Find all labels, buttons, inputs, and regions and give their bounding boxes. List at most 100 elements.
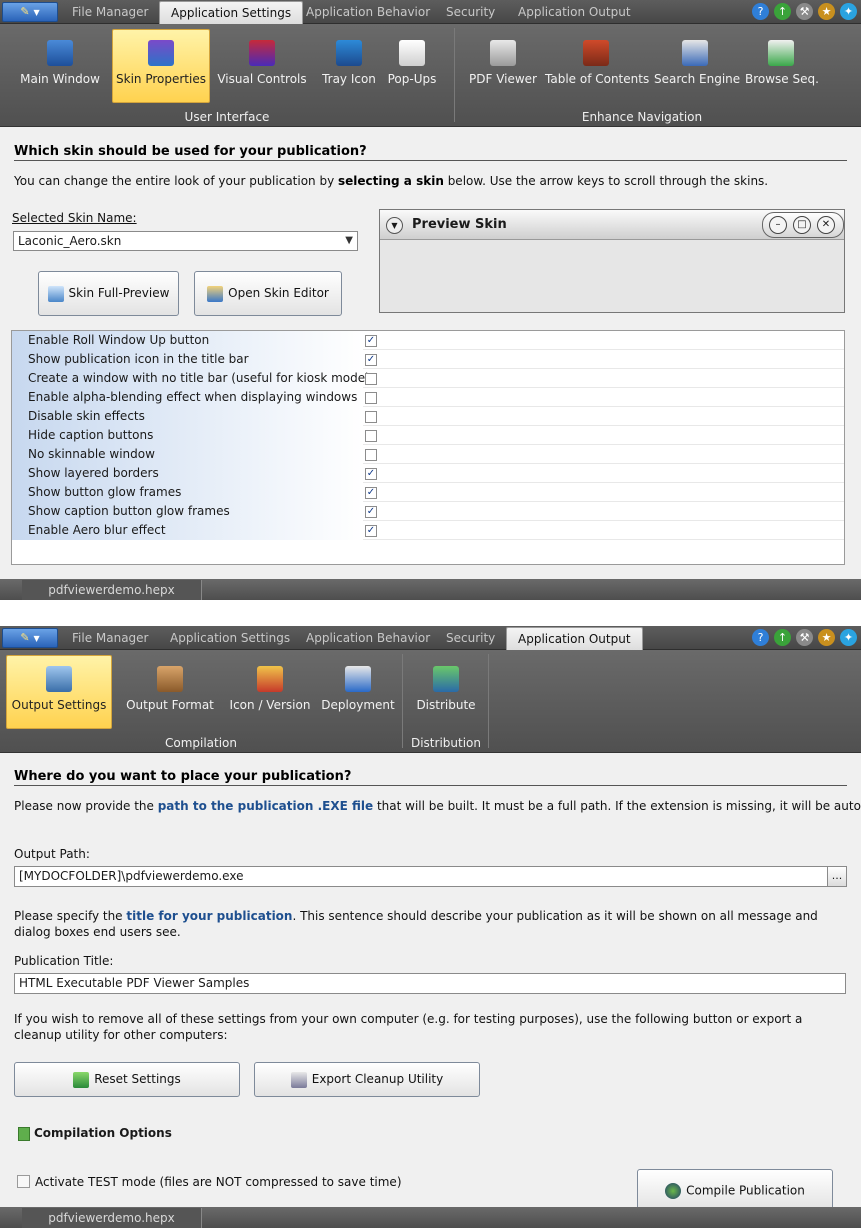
globe-icon — [665, 1182, 682, 1199]
tab-security[interactable]: Security — [435, 626, 506, 650]
tab-application-behavior[interactable]: Application Behavior — [295, 626, 441, 650]
close-icon[interactable]: ✕ — [817, 216, 835, 234]
option-row[interactable]: Enable Aero blur effect ✓ — [12, 521, 844, 540]
reset-settings-button[interactable]: Reset Settings — [14, 1062, 240, 1097]
option-checkbox[interactable] — [365, 392, 377, 404]
title-description: Please specify the title for your public… — [14, 909, 818, 939]
publication-title-input[interactable]: HTML Executable PDF Viewer Samples — [14, 973, 846, 994]
option-row[interactable]: Hide caption buttons — [12, 426, 844, 445]
status-file-tab[interactable]: pdfviewerdemo.hepx — [22, 580, 202, 600]
twitter-icon[interactable]: ✦ — [840, 3, 857, 20]
title-link[interactable]: title for your publication — [126, 909, 292, 923]
tray-icon-button[interactable]: Tray Icon — [316, 29, 382, 103]
pdf-viewer-button[interactable]: PDF Viewer — [468, 29, 538, 103]
popup-windows-icon — [399, 40, 425, 66]
option-checkbox[interactable]: ✓ — [365, 335, 377, 347]
test-mode-checkbox[interactable] — [17, 1175, 30, 1188]
deployment-icon — [345, 666, 371, 692]
tab-security[interactable]: Security — [435, 0, 506, 24]
option-row[interactable]: Show publication icon in the title bar ✓ — [12, 350, 844, 369]
distribute-button[interactable]: Distribute — [412, 655, 480, 729]
option-checkbox[interactable] — [365, 430, 377, 442]
export-icon — [290, 1071, 307, 1088]
skin-name-label: Selected Skin Name: — [12, 211, 137, 225]
tab-application-output[interactable]: Application Output — [506, 627, 643, 651]
tab-bar: ✎ ▼ File Manager Application Settings App… — [0, 626, 861, 651]
output-path-input[interactable]: [MYDOCFOLDER]\pdfviewerdemo.exe — [14, 866, 828, 887]
skin-name-dropdown[interactable]: Laconic_Aero.skn ▼ — [13, 231, 358, 251]
tray-icon — [336, 40, 362, 66]
tab-application-behavior[interactable]: Application Behavior — [295, 0, 441, 24]
maximize-icon[interactable]: □ — [793, 216, 811, 234]
skin-options-list: Enable Roll Window Up button ✓ Show public… — [11, 330, 845, 565]
option-row[interactable]: Enable alpha-blending effect when displa… — [12, 388, 844, 407]
preview-skin-window: ▼ Preview Skin – □ ✕ — [379, 209, 845, 313]
tools-icon[interactable]: ⚒ — [796, 629, 813, 646]
search-engine-button[interactable]: Search Engine — [653, 29, 740, 103]
browse-sequence-icon — [768, 40, 794, 66]
page-heading: Which skin should be used for your publi… — [14, 144, 367, 159]
main-window-button[interactable]: Main Window — [14, 29, 106, 103]
monitor-icon — [47, 40, 73, 66]
award-icon[interactable]: ★ — [818, 3, 835, 20]
tab-file-manager[interactable]: File Manager — [61, 0, 160, 24]
output-settings-button[interactable]: Output Settings — [6, 655, 112, 729]
tab-application-settings[interactable]: Application Settings — [159, 1, 304, 25]
visual-controls-button[interactable]: Visual Controls — [216, 29, 308, 103]
browse-sequence-button[interactable]: Browse Seq. — [744, 29, 819, 103]
tab-file-manager[interactable]: File Manager — [61, 626, 160, 650]
up-arrow-icon[interactable]: ↑ — [774, 3, 791, 20]
app-menu-button[interactable]: ✎ ▼ — [2, 2, 58, 22]
award-icon[interactable]: ★ — [818, 629, 835, 646]
help-icon[interactable]: ? — [752, 629, 769, 646]
option-row[interactable]: Disable skin effects — [12, 407, 844, 426]
option-row[interactable]: Create a window with no title bar (usefu… — [12, 369, 844, 388]
table-of-contents-button[interactable]: Table of Contents — [544, 29, 649, 103]
skin-full-preview-button[interactable]: Skin Full-Preview — [38, 271, 179, 316]
status-bar: pdfviewerdemo.hepx — [0, 579, 861, 600]
page-heading: Where do you want to place your publicat… — [14, 769, 352, 784]
help-icon[interactable]: ? — [752, 3, 769, 20]
deployment-button[interactable]: Deployment — [320, 655, 396, 729]
option-checkbox[interactable]: ✓ — [365, 487, 377, 499]
exe-path-link[interactable]: path to the publication .EXE file — [158, 799, 373, 813]
minimize-icon[interactable]: – — [769, 216, 787, 234]
compile-publication-button[interactable]: Compile Publication — [637, 1169, 833, 1211]
option-label: Enable Roll Window Up button — [12, 331, 363, 350]
option-checkbox[interactable]: ✓ — [365, 525, 377, 537]
option-row[interactable]: Show button glow frames ✓ — [12, 483, 844, 502]
tab-application-settings[interactable]: Application Settings — [159, 626, 301, 650]
tab-bar: ✎ ▼ File Manager Application Settings App… — [0, 0, 861, 25]
ribbon-separator — [402, 654, 403, 748]
ribbon-group-label: User Interface — [184, 110, 270, 124]
app-menu-button[interactable]: ✎ ▼ — [2, 628, 58, 648]
option-label: Show publication icon in the title bar — [12, 350, 363, 369]
roll-up-icon[interactable]: ▼ — [386, 217, 403, 234]
option-checkbox[interactable]: ✓ — [365, 354, 377, 366]
option-checkbox[interactable] — [365, 449, 377, 461]
output-format-button[interactable]: Output Format — [122, 655, 218, 729]
status-file-tab[interactable]: pdfviewerdemo.hepx — [22, 1208, 202, 1228]
export-cleanup-button[interactable]: Export Cleanup Utility — [254, 1062, 480, 1097]
tab-application-output[interactable]: Application Output — [507, 0, 642, 24]
option-row[interactable]: Show caption button glow frames ✓ — [12, 502, 844, 521]
option-checkbox[interactable] — [365, 373, 377, 385]
skin-properties-button[interactable]: Skin Properties — [112, 29, 210, 103]
open-skin-editor-button[interactable]: Open Skin Editor — [194, 271, 342, 316]
option-checkbox[interactable] — [365, 411, 377, 423]
application-settings-panel: ✎ ▼ File Manager Application Settings App… — [0, 0, 861, 600]
option-checkbox[interactable]: ✓ — [365, 468, 377, 480]
icon-version-button[interactable]: Icon / Version — [226, 655, 314, 729]
option-row[interactable]: Enable Roll Window Up button ✓ — [12, 331, 844, 350]
option-row[interactable]: Show layered borders ✓ — [12, 464, 844, 483]
browse-button[interactable]: ... — [827, 866, 847, 887]
option-checkbox[interactable]: ✓ — [365, 506, 377, 518]
up-arrow-icon[interactable]: ↑ — [774, 629, 791, 646]
option-row[interactable]: No skinnable window — [12, 445, 844, 464]
tools-icon[interactable]: ⚒ — [796, 3, 813, 20]
magnifier-icon — [47, 285, 64, 302]
twitter-icon[interactable]: ✦ — [840, 629, 857, 646]
output-format-icon — [157, 666, 183, 692]
pop-ups-button[interactable]: Pop-Ups — [384, 29, 440, 103]
option-label: Enable alpha-blending effect when displa… — [12, 388, 363, 407]
